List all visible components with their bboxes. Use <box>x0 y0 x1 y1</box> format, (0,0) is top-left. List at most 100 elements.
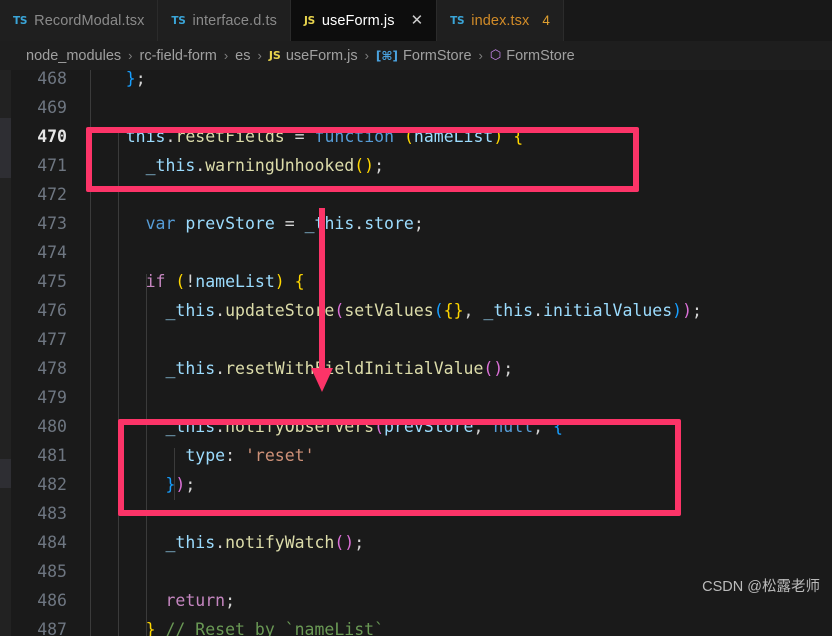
breadcrumb-item-rc-field-form[interactable]: rc-field-form <box>139 48 216 64</box>
code-token: {} <box>443 301 464 320</box>
code-token: prevStore <box>185 214 275 233</box>
breadcrumb-item-useform-js[interactable]: JS useForm.js <box>269 48 358 64</box>
code-token: 'reset' <box>244 446 315 465</box>
code-token: setValues <box>344 301 434 320</box>
strip-mark <box>0 118 11 148</box>
tab-bar-empty-space <box>563 0 832 41</box>
vscode-window: TS RecordModal.tsx TS interface.d.ts JS useFo… <box>0 0 832 636</box>
code-token: { <box>294 272 305 291</box>
code-line[interactable]: 471 _this.warningUnhooked(); <box>11 151 832 180</box>
code-line[interactable]: 480 _this.notifyObservers(prevStore, nul… <box>11 412 832 441</box>
code-line[interactable]: 476 _this.updateStore(setValues({}, _thi… <box>11 296 832 325</box>
code-token: ) <box>672 301 683 320</box>
code-line[interactable]: 478 _this.resetWithFieldInitialValue(); <box>11 354 832 383</box>
line-number: 487 <box>37 620 67 636</box>
code-token: nameList <box>413 127 494 146</box>
code-line-content: _this.warningUnhooked(); <box>86 156 384 175</box>
code-line[interactable]: 470 this.resetFields = function (nameLis… <box>11 122 832 151</box>
code-line[interactable]: 475 if (!nameList) { <box>11 267 832 296</box>
code-token: var <box>145 214 176 233</box>
editor-left-strip[interactable] <box>0 70 11 636</box>
code-line[interactable]: 469 <box>11 93 832 122</box>
breadcrumb-item-es[interactable]: es <box>235 48 250 64</box>
js-file-icon: JS <box>303 14 315 27</box>
code-editor[interactable]: 468 }; 469 470 this.resetFields = function… <box>0 70 832 636</box>
breadcrumb-item-formstore[interactable]: [⌘] FormStore <box>376 48 472 64</box>
code-token: if <box>145 272 166 291</box>
line-number: 471 <box>37 156 67 175</box>
code-line-content: }; <box>86 70 146 88</box>
module-icon: [⌘] <box>375 48 399 63</box>
code-line-content: var prevStore = _this.store; <box>86 214 424 233</box>
code-token: return <box>165 591 226 610</box>
editor-tab-useform-js[interactable]: JS useForm.js ✕ <box>290 0 438 41</box>
code-token: store <box>364 214 414 233</box>
code-line[interactable]: 468 }; <box>11 70 832 93</box>
code-token: nameList <box>195 272 275 291</box>
code-token: () <box>483 359 504 378</box>
code-line[interactable]: 487 } // Reset by `nameList` <box>11 615 832 636</box>
code-line-content: _this.updateStore(setValues({}, _this.in… <box>86 301 701 320</box>
code-line-content: } // Reset by `nameList` <box>86 620 384 636</box>
code-line[interactable]: 482 }); <box>11 470 832 499</box>
code-token: () <box>334 533 355 552</box>
code-line[interactable]: 479 <box>11 383 832 412</box>
code-token: = <box>284 127 315 146</box>
code-line[interactable]: 472 <box>11 180 832 209</box>
code-token: . <box>215 417 226 436</box>
code-token: ; <box>225 591 236 610</box>
breadcrumb: node_modules › rc-field-form › es › JS useForm.… <box>0 41 832 70</box>
code-line-content: }); <box>86 475 195 494</box>
code-token: _this <box>165 359 216 378</box>
line-number: 485 <box>37 562 67 581</box>
code-token: resetFields <box>175 127 285 146</box>
editor-tab-index-tsx[interactable]: TS index.tsx 4 <box>437 0 564 41</box>
editor-tab-interface-d-ts[interactable]: TS interface.d.ts <box>158 0 291 41</box>
code-token: ; <box>413 214 424 233</box>
code-token: _this <box>304 214 355 233</box>
editor-tab-label: index.tsx <box>471 12 530 29</box>
code-token: ) <box>682 301 693 320</box>
editor-tab-recordmodal-tsx[interactable]: TS RecordModal.tsx <box>0 0 159 41</box>
editor-tab-label: interface.d.ts <box>192 12 277 29</box>
code-token: updateStore <box>225 301 335 320</box>
code-token: ! <box>185 272 196 291</box>
ts-file-icon: TS <box>450 14 465 27</box>
code-token: ; <box>374 156 385 175</box>
code-line[interactable]: 477 <box>11 325 832 354</box>
code-token: . <box>215 301 226 320</box>
class-cube-icon: ⬡ <box>489 48 502 63</box>
code-line[interactable]: 474 <box>11 238 832 267</box>
code-token: type <box>185 446 226 465</box>
code-token: } <box>125 70 136 88</box>
code-line[interactable]: 484 _this.notifyWatch(); <box>11 528 832 557</box>
breadcrumb-label: node_modules <box>26 47 122 64</box>
line-number: 474 <box>37 243 67 262</box>
code-token: { <box>552 417 563 436</box>
strip-mark <box>0 459 11 488</box>
code-line[interactable]: 473 var prevStore = _this.store; <box>11 209 832 238</box>
code-token: ( <box>374 417 385 436</box>
code-token: warningUnhooked <box>205 156 355 175</box>
breadcrumb-item-formstore[interactable]: ⬡ FormStore <box>490 48 575 64</box>
code-line[interactable]: 481 type: 'reset' <box>11 441 832 470</box>
breadcrumb-item-node-modules[interactable]: node_modules <box>26 48 121 64</box>
close-icon[interactable]: ✕ <box>411 13 424 28</box>
line-number: 480 <box>37 417 67 436</box>
code-lines-container[interactable]: 468 }; 469 470 this.resetFields = function… <box>11 70 832 636</box>
code-token: ) <box>175 475 186 494</box>
breadcrumb-label: FormStore <box>403 47 472 64</box>
code-token: . <box>354 214 365 233</box>
code-token: , <box>463 301 484 320</box>
code-line[interactable]: 483 <box>11 499 832 528</box>
code-token: notifyWatch <box>225 533 335 552</box>
code-token: , <box>473 417 494 436</box>
line-number: 476 <box>37 301 67 320</box>
